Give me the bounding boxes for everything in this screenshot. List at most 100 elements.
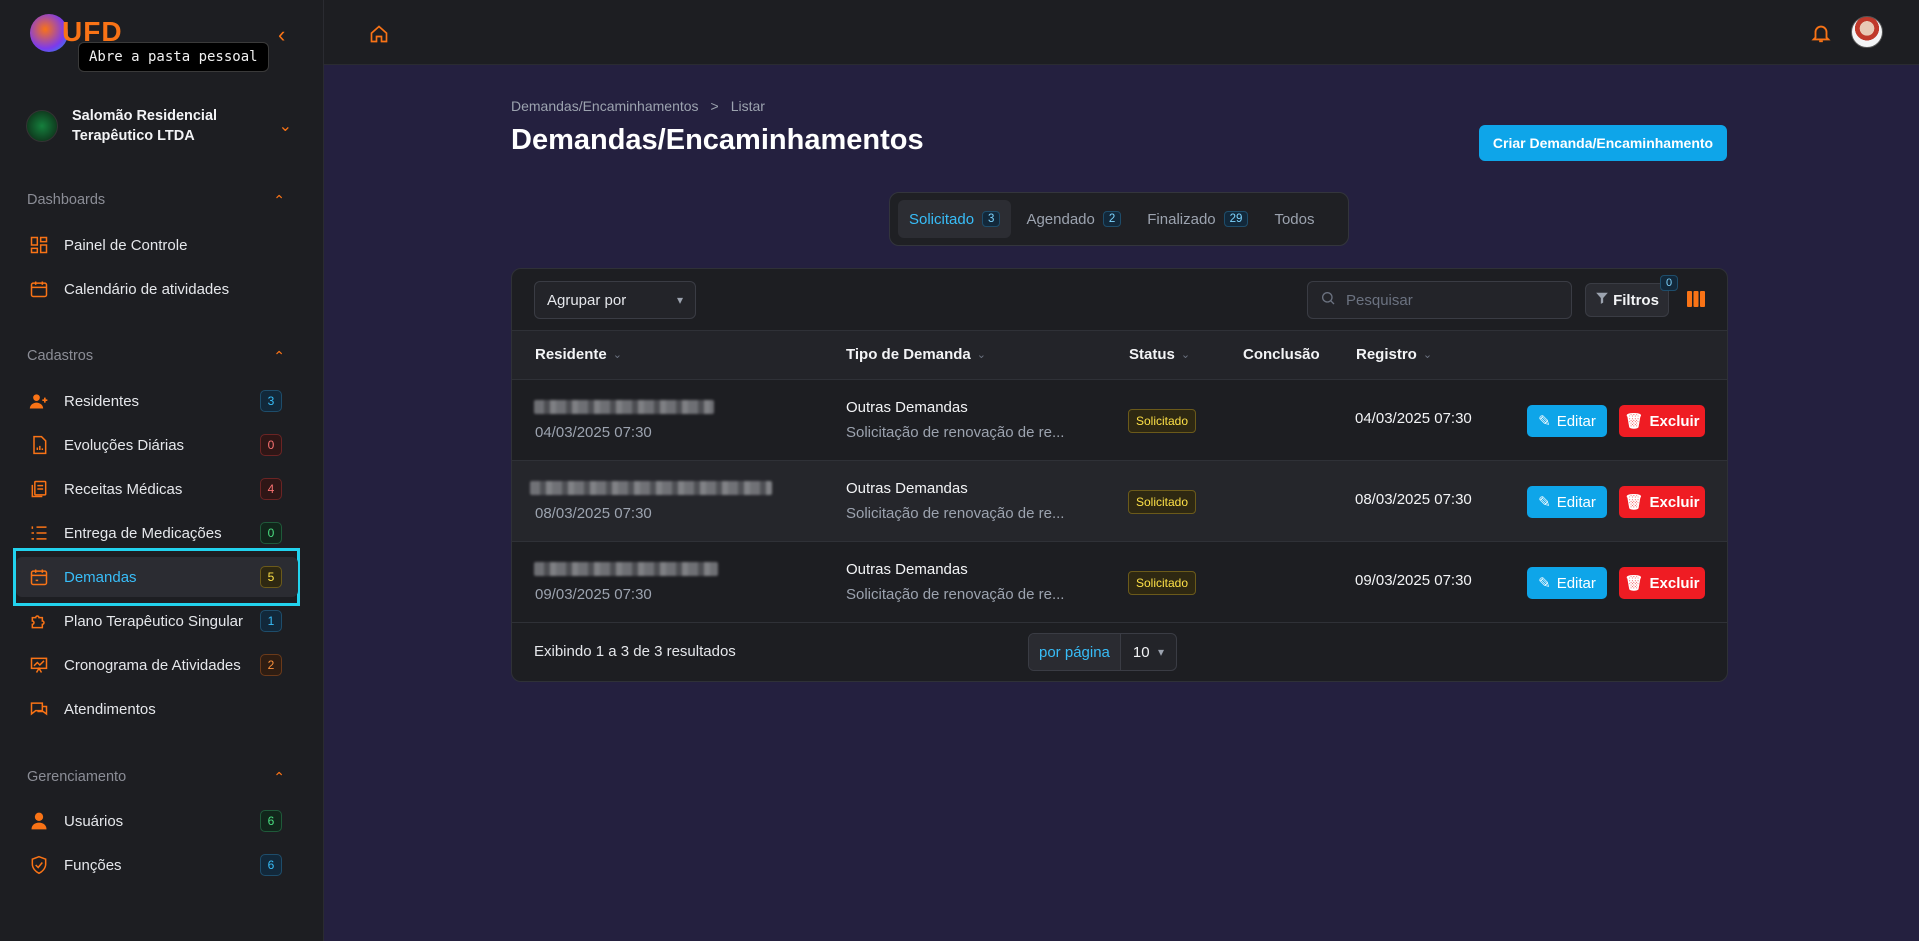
sidebar-item-painel[interactable]: Painel de Controle [16, 225, 298, 265]
sidebar-item-label: Cronograma de Atividades [64, 656, 241, 674]
chevron-up-icon: ⌃ [273, 192, 285, 208]
sort-icon: ⌄ [1180, 349, 1191, 361]
chat-icon [28, 698, 50, 720]
chevron-left-icon[interactable]: ‹ [278, 22, 285, 48]
column-label: Conclusão [1243, 346, 1320, 363]
sidebar-item-label: Funções [64, 856, 122, 874]
registro-date: 04/03/2025 07:30 [1355, 410, 1472, 427]
sidebar-item-label: Painel de Controle [64, 236, 188, 254]
edit-label: Editar [1556, 574, 1596, 592]
sort-icon: ⌄ [612, 349, 622, 361]
tab-count: 2 [1102, 211, 1122, 227]
column-conclusao: Conclusão [1243, 346, 1320, 363]
presentation-chart-icon [28, 654, 50, 676]
bell-icon[interactable] [1810, 22, 1832, 49]
section-title: Cadastros [27, 348, 94, 364]
demand-type: Outras Demandas [846, 399, 968, 416]
sidebar-item-label: Receitas Médicas [64, 480, 183, 498]
resident-name-redacted [534, 400, 714, 414]
logo[interactable]: UFD Abre a pasta pessoal [28, 12, 288, 72]
section-gerenciamento[interactable]: Gerenciamento ⌃ [27, 769, 285, 786]
per-page-select[interactable]: por página 10 ▾ [1028, 633, 1177, 671]
section-cadastros[interactable]: Cadastros ⌃ [27, 348, 285, 365]
column-registro[interactable]: Registro ⌄ [1356, 346, 1432, 363]
count-badge: 6 [260, 854, 282, 876]
count-badge: 5 [260, 566, 282, 588]
sidebar-item-plano[interactable]: Plano Terapêutico Singular 1 [16, 601, 298, 641]
edit-button[interactable]: ✎ Editar [1527, 486, 1607, 518]
delete-button[interactable]: 🗑 Excluir [1619, 567, 1705, 599]
edit-button[interactable]: ✎ Editar [1527, 405, 1607, 437]
per-page-label: por página [1029, 634, 1121, 670]
dashboard-icon [28, 234, 50, 256]
sidebar-item-demandas[interactable]: Demandas 5 [16, 557, 298, 597]
sidebar-item-receitas[interactable]: Receitas Médicas 4 [16, 469, 298, 509]
registro-date: 09/03/2025 07:30 [1355, 572, 1472, 589]
page-title: Demandas/Encaminhamentos [511, 124, 924, 156]
chevron-up-icon: ⌃ [273, 348, 285, 364]
tab-label: Agendado [1026, 210, 1095, 228]
sidebar-item-residentes[interactable]: Residentes 3 [16, 381, 298, 421]
table-header: Residente ⌄ Tipo de Demanda ⌄ Status ⌄ Conc… [512, 330, 1727, 380]
delete-button[interactable]: 🗑 Excluir [1619, 486, 1705, 518]
demand-description: Solicitação de renovação de re... [846, 505, 1065, 522]
calendar-icon [28, 278, 50, 300]
user-avatar[interactable] [1851, 16, 1883, 48]
breadcrumb-parent[interactable]: Demandas/Encaminhamentos [511, 98, 699, 114]
topbar [324, 0, 1919, 65]
column-tipo[interactable]: Tipo de Demanda ⌄ [846, 346, 986, 363]
trash-icon: 🗑 [1624, 413, 1644, 430]
tab-todos[interactable]: Todos [1263, 200, 1325, 238]
document-chart-icon [28, 434, 50, 456]
breadcrumb-current: Listar [730, 98, 765, 114]
group-by-select[interactable]: Agrupar por ▾ [534, 281, 696, 319]
sort-icon: ⌄ [976, 349, 986, 361]
sidebar-item-calendario[interactable]: Calendário de atividades [16, 269, 298, 309]
organization-switcher[interactable]: Salomão Residencial Terapêutico LTDA ⌄ [26, 104, 292, 148]
delete-label: Excluir [1649, 574, 1700, 592]
breadcrumb: Demandas/Encaminhamentos > Listar [511, 98, 765, 114]
shield-check-icon [28, 854, 50, 876]
tab-finalizado[interactable]: Finalizado 29 [1136, 200, 1259, 238]
sidebar-item-atendimentos[interactable]: Atendimentos [16, 689, 298, 729]
edit-button[interactable]: ✎ Editar [1527, 567, 1607, 599]
demand-type: Outras Demandas [846, 561, 968, 578]
resident-date: 08/03/2025 07:30 [535, 505, 652, 522]
breadcrumb-separator: > [710, 98, 719, 114]
status-badge: Solicitado [1128, 571, 1197, 595]
column-residente[interactable]: Residente ⌄ [535, 346, 622, 363]
filters-button[interactable]: Filtros [1585, 283, 1669, 317]
edit-icon: ✎ [1538, 494, 1551, 511]
status-tabs: Solicitado 3 Agendado 2 Finalizado 29 To… [889, 192, 1349, 246]
create-demand-button[interactable]: Criar Demanda/Encaminhamento [1479, 125, 1727, 161]
delete-label: Excluir [1649, 493, 1700, 511]
sidebar-item-cronograma[interactable]: Cronograma de Atividades 2 [16, 645, 298, 685]
organization-name: Salomão Residencial Terapêutico LTDA [72, 108, 218, 144]
tab-solicitado[interactable]: Solicitado 3 [898, 200, 1012, 238]
delete-button[interactable]: 🗑 Excluir [1619, 405, 1705, 437]
filters-label: Filtros [1613, 291, 1659, 309]
column-label: Tipo de Demanda [846, 346, 971, 363]
sidebar-item-usuarios[interactable]: Usuários 6 [16, 801, 298, 841]
registro-date: 08/03/2025 07:30 [1355, 491, 1472, 508]
tab-agendado[interactable]: Agendado 2 [1015, 200, 1132, 238]
home-icon[interactable] [369, 24, 389, 49]
resident-date: 04/03/2025 07:30 [535, 424, 652, 441]
sidebar-item-label: Usuários [64, 812, 124, 830]
organization-avatar [26, 110, 58, 142]
sidebar-item-funcoes[interactable]: Funções 6 [16, 845, 298, 885]
column-status[interactable]: Status ⌄ [1129, 346, 1190, 363]
status-badge: Solicitado [1128, 490, 1197, 514]
sidebar-item-label: Calendário de atividades [64, 280, 230, 298]
sidebar-item-entrega[interactable]: Entrega de Medicações 0 [16, 513, 298, 553]
section-dashboards[interactable]: Dashboards ⌃ [27, 192, 285, 209]
columns-icon[interactable] [1687, 291, 1705, 312]
search-icon [1320, 290, 1336, 310]
tab-count: 3 [982, 211, 1001, 227]
chevron-down-icon: ▾ [1157, 645, 1164, 659]
group-by-label: Agrupar por [547, 291, 627, 309]
count-badge: 2 [260, 654, 282, 676]
calendar-check-icon [28, 566, 50, 588]
sidebar-item-evolucoes[interactable]: Evoluções Diárias 0 [16, 425, 298, 465]
search-input[interactable]: Pesquisar [1307, 281, 1572, 319]
